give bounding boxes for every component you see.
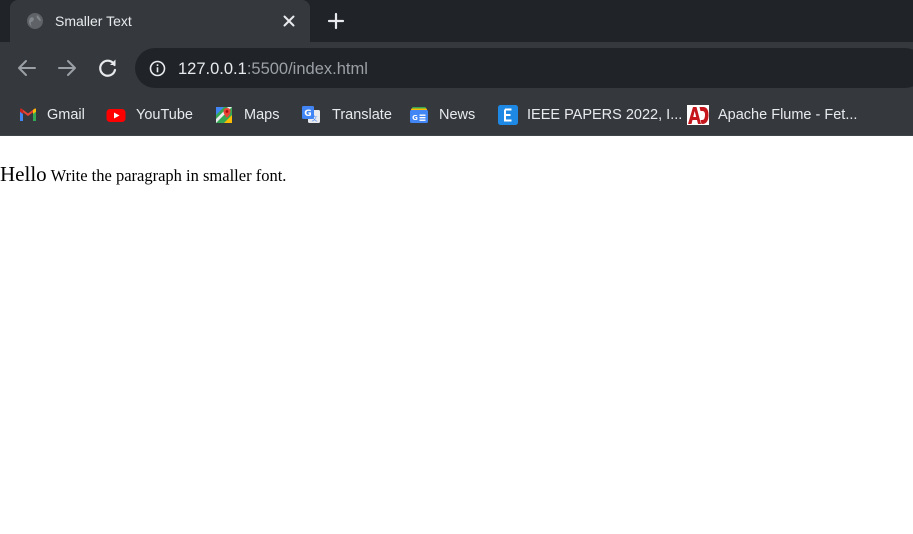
bookmark-label: Gmail bbox=[47, 107, 85, 123]
back-arrow-icon[interactable] bbox=[15, 56, 39, 80]
reload-icon[interactable] bbox=[96, 56, 120, 80]
address-bar[interactable]: 127.0.0.1:5500/index.html bbox=[135, 48, 913, 88]
gmail-icon bbox=[20, 108, 36, 121]
bookmark-label: Maps bbox=[244, 107, 280, 123]
tab-strip: Smaller Text bbox=[0, 0, 913, 42]
bookmark-apache-flume[interactable]: Apache Flume - Fet... bbox=[687, 103, 857, 127]
bookmark-label: Translate bbox=[332, 107, 392, 123]
bookmark-translate[interactable]: G 文 Translate bbox=[301, 103, 392, 127]
toolbar: 127.0.0.1:5500/index.html bbox=[0, 42, 913, 94]
bookmarks-bar: Gmail YouTube Maps G 文 Translate G News … bbox=[0, 94, 913, 136]
svg-text:文: 文 bbox=[311, 115, 317, 123]
bookmark-label: Apache Flume - Fet... bbox=[718, 107, 858, 123]
bookmark-ieee-papers[interactable]: IEEE PAPERS 2022, I... bbox=[498, 103, 682, 127]
youtube-icon bbox=[106, 109, 126, 122]
e-letter-icon bbox=[498, 105, 518, 125]
maps-icon bbox=[216, 107, 232, 123]
active-tab[interactable]: Smaller Text bbox=[10, 0, 310, 42]
tab-title: Smaller Text bbox=[55, 13, 132, 29]
bookmark-gmail[interactable]: Gmail bbox=[18, 103, 85, 127]
new-tab-icon[interactable] bbox=[325, 10, 347, 32]
bookmark-youtube[interactable]: YouTube bbox=[106, 103, 193, 127]
news-icon: G bbox=[410, 107, 428, 123]
page-content: Hello Write the paragraph in smaller fon… bbox=[0, 136, 913, 534]
close-icon[interactable] bbox=[280, 12, 298, 30]
smaller-text: Write the paragraph in smaller font. bbox=[50, 166, 287, 185]
translate-icon: G 文 bbox=[302, 106, 320, 123]
ad-letter-icon bbox=[687, 105, 709, 125]
info-icon[interactable] bbox=[149, 60, 166, 77]
svg-text:G: G bbox=[412, 114, 418, 122]
bookmark-label: IEEE PAPERS 2022, I... bbox=[527, 107, 683, 123]
url-text[interactable]: 127.0.0.1:5500/index.html bbox=[178, 59, 368, 79]
paragraph: Hello Write the paragraph in smaller fon… bbox=[0, 162, 286, 187]
url-host: 127.0.0.1 bbox=[178, 60, 247, 78]
bookmark-label: News bbox=[439, 107, 476, 123]
hello-text: Hello bbox=[0, 162, 47, 186]
bookmark-maps[interactable]: Maps bbox=[214, 103, 279, 127]
bookmark-label: YouTube bbox=[136, 107, 193, 123]
globe-icon bbox=[27, 13, 43, 29]
forward-arrow-icon[interactable] bbox=[55, 56, 79, 80]
bookmark-news[interactable]: G News bbox=[409, 103, 475, 127]
url-path: :5500/index.html bbox=[246, 60, 368, 78]
